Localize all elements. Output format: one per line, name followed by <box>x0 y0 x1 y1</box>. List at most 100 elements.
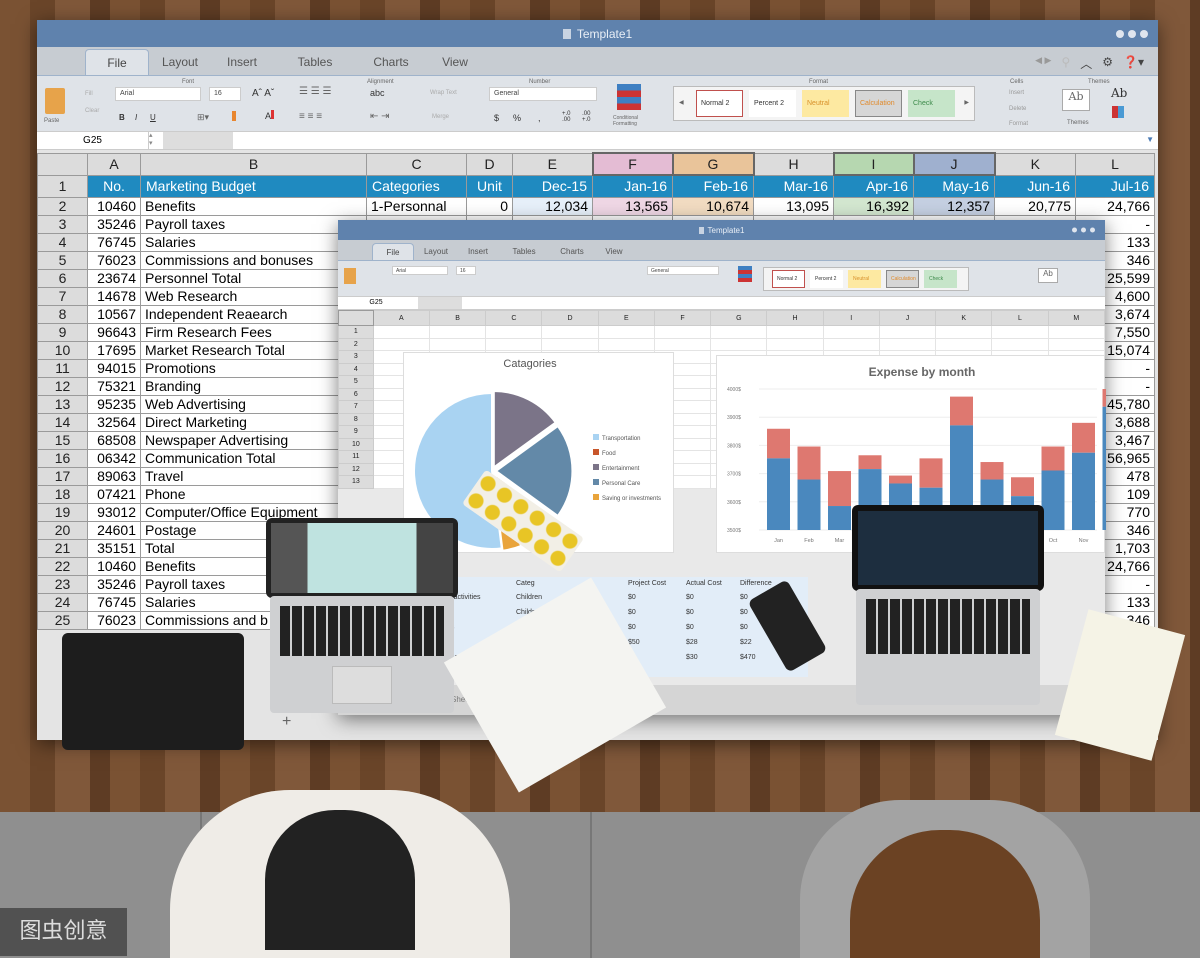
cell-B16[interactable]: Communication Total <box>140 448 367 468</box>
inner-column-header-L[interactable]: L <box>991 310 1049 326</box>
bar-segment-base-jan[interactable] <box>767 458 790 530</box>
column-header-B[interactable]: B <box>140 152 367 176</box>
grow-font-icon[interactable]: Aˆ Aˇ <box>252 88 274 99</box>
font-color-icon[interactable]: A <box>265 110 275 121</box>
tab-tables[interactable]: Tables <box>498 243 550 260</box>
bar-segment-base-nov[interactable] <box>1072 452 1095 530</box>
italic-button[interactable]: I <box>135 113 137 122</box>
tab-view[interactable]: View <box>594 243 634 260</box>
bar-segment-top-dec[interactable] <box>1102 389 1107 407</box>
style-percent-2[interactable]: Percent 2 <box>810 270 843 288</box>
cell-C2[interactable]: 1-Personnal <box>366 196 467 216</box>
cell-A9[interactable]: 96643 <box>87 322 141 342</box>
cell-E2[interactable]: 12,034 <box>512 196 593 216</box>
cell-B11[interactable]: Promotions <box>140 358 367 378</box>
cell-A13[interactable]: 95235 <box>87 394 141 414</box>
row-header[interactable]: 9 <box>338 425 374 439</box>
column-header-D[interactable]: D <box>466 152 513 176</box>
bar-segment-top-nov[interactable] <box>1072 422 1095 453</box>
name-box[interactable]: G25 <box>37 132 149 149</box>
table-cell[interactable]: $0 <box>628 609 636 616</box>
tab-file[interactable]: File <box>85 49 149 75</box>
inner-column-header-D[interactable]: D <box>541 310 599 326</box>
table-cell[interactable]: $470 <box>740 654 756 661</box>
colors-theme-icon[interactable] <box>1112 106 1124 118</box>
tab-layout[interactable]: Layout <box>414 243 458 260</box>
fill-color-icon[interactable] <box>232 111 236 121</box>
cell-A12[interactable]: 75321 <box>87 376 141 396</box>
table-cell[interactable]: $0 <box>686 594 694 601</box>
style-calculation[interactable]: Calculation <box>855 90 902 117</box>
row-header[interactable]: 2 <box>37 196 88 216</box>
bar-segment-top-mar[interactable] <box>828 471 851 507</box>
bar-segment-top-may[interactable] <box>889 475 912 484</box>
cell[interactable] <box>485 337 543 351</box>
column-header-I[interactable]: I <box>832 152 915 176</box>
cell-A8[interactable]: 10567 <box>87 304 141 324</box>
cell-A15[interactable]: 68508 <box>87 430 141 450</box>
style-normal-2[interactable]: Normal 2 <box>772 270 805 288</box>
row-header[interactable]: 11 <box>37 358 88 378</box>
cell-B2[interactable]: Benefits <box>140 196 367 216</box>
style-neutral[interactable]: Neutral <box>848 270 881 288</box>
inner-column-header-M[interactable]: M <box>1047 310 1106 326</box>
inner-column-header-A[interactable]: A <box>372 310 431 326</box>
row-header[interactable]: 13 <box>338 475 374 489</box>
fonts-theme-button[interactable]: Ab <box>1111 86 1127 100</box>
cell-A24[interactable]: 76745 <box>87 592 141 612</box>
row-header[interactable]: 4 <box>37 232 88 252</box>
cell[interactable] <box>878 325 937 339</box>
row-header[interactable]: 17 <box>37 466 88 486</box>
row-header[interactable]: 1 <box>37 174 88 198</box>
font-select[interactable]: Arial <box>115 87 201 101</box>
decrease-decimal-button[interactable]: .00 +.0 <box>582 111 591 123</box>
row-header[interactable]: 9 <box>37 322 88 342</box>
cell-B4[interactable]: Salaries <box>140 232 367 252</box>
style-neutral[interactable]: Neutral <box>802 90 849 117</box>
table-cell[interactable]: $0 <box>740 594 748 601</box>
cell[interactable] <box>653 337 712 351</box>
indent-icons[interactable]: ⇤ ⇥ <box>370 111 390 122</box>
nav-arrows-icon[interactable]: ◀ ▶ <box>1035 55 1051 72</box>
table-cell[interactable]: Children <box>516 594 542 601</box>
conditional-formatting-label[interactable]: Conditional Formatting <box>613 115 649 127</box>
cell[interactable] <box>428 337 487 351</box>
bar-segment-top-jul[interactable] <box>950 396 973 426</box>
row-header[interactable]: 16 <box>37 448 88 468</box>
themes-button[interactable]: Ab <box>1062 89 1090 111</box>
borders-icon[interactable]: ⊞▾ <box>197 112 209 123</box>
bold-button[interactable]: B <box>119 113 125 122</box>
inner-column-header-I[interactable]: I <box>822 310 880 326</box>
select-all-corner[interactable] <box>37 152 88 176</box>
inner-name-box[interactable]: G25 <box>338 297 414 309</box>
row-header[interactable]: 18 <box>37 484 88 504</box>
row-header[interactable]: 19 <box>37 502 88 522</box>
row-header[interactable]: 1 <box>338 325 374 339</box>
delete-cells-button[interactable]: Delete <box>1009 106 1026 112</box>
number-format-select[interactable]: General <box>489 87 597 101</box>
inner-font-select[interactable]: Arial <box>392 266 448 275</box>
cell-A10[interactable]: 17695 <box>87 340 141 360</box>
cell[interactable] <box>991 325 1049 339</box>
style-check[interactable]: Check <box>924 270 957 288</box>
cell[interactable] <box>485 325 543 339</box>
bar-segment-top-oct[interactable] <box>1041 446 1065 471</box>
inner-column-header-E[interactable]: E <box>597 310 655 326</box>
row-header[interactable]: 4 <box>338 362 374 376</box>
merge-button[interactable]: Merge <box>432 114 449 120</box>
cell[interactable] <box>541 337 599 351</box>
row-header[interactable]: 20 <box>37 520 88 540</box>
column-header-H[interactable]: H <box>753 152 834 176</box>
tab-charts[interactable]: Charts <box>550 243 594 260</box>
cell-A22[interactable]: 10460 <box>87 556 141 576</box>
column-header-E[interactable]: E <box>512 152 593 176</box>
row-header[interactable]: 24 <box>37 592 88 612</box>
cell[interactable] <box>1047 337 1106 351</box>
row-header[interactable]: 22 <box>37 556 88 576</box>
cell-A18[interactable]: 07421 <box>87 484 141 504</box>
inner-font-size-select[interactable]: 16 <box>456 266 476 275</box>
comma-button[interactable]: , <box>538 113 541 123</box>
column-header-L[interactable]: L <box>1075 152 1155 176</box>
cell-L2[interactable]: 24,766 <box>1075 196 1155 216</box>
inner-column-header-C[interactable]: C <box>485 310 543 326</box>
